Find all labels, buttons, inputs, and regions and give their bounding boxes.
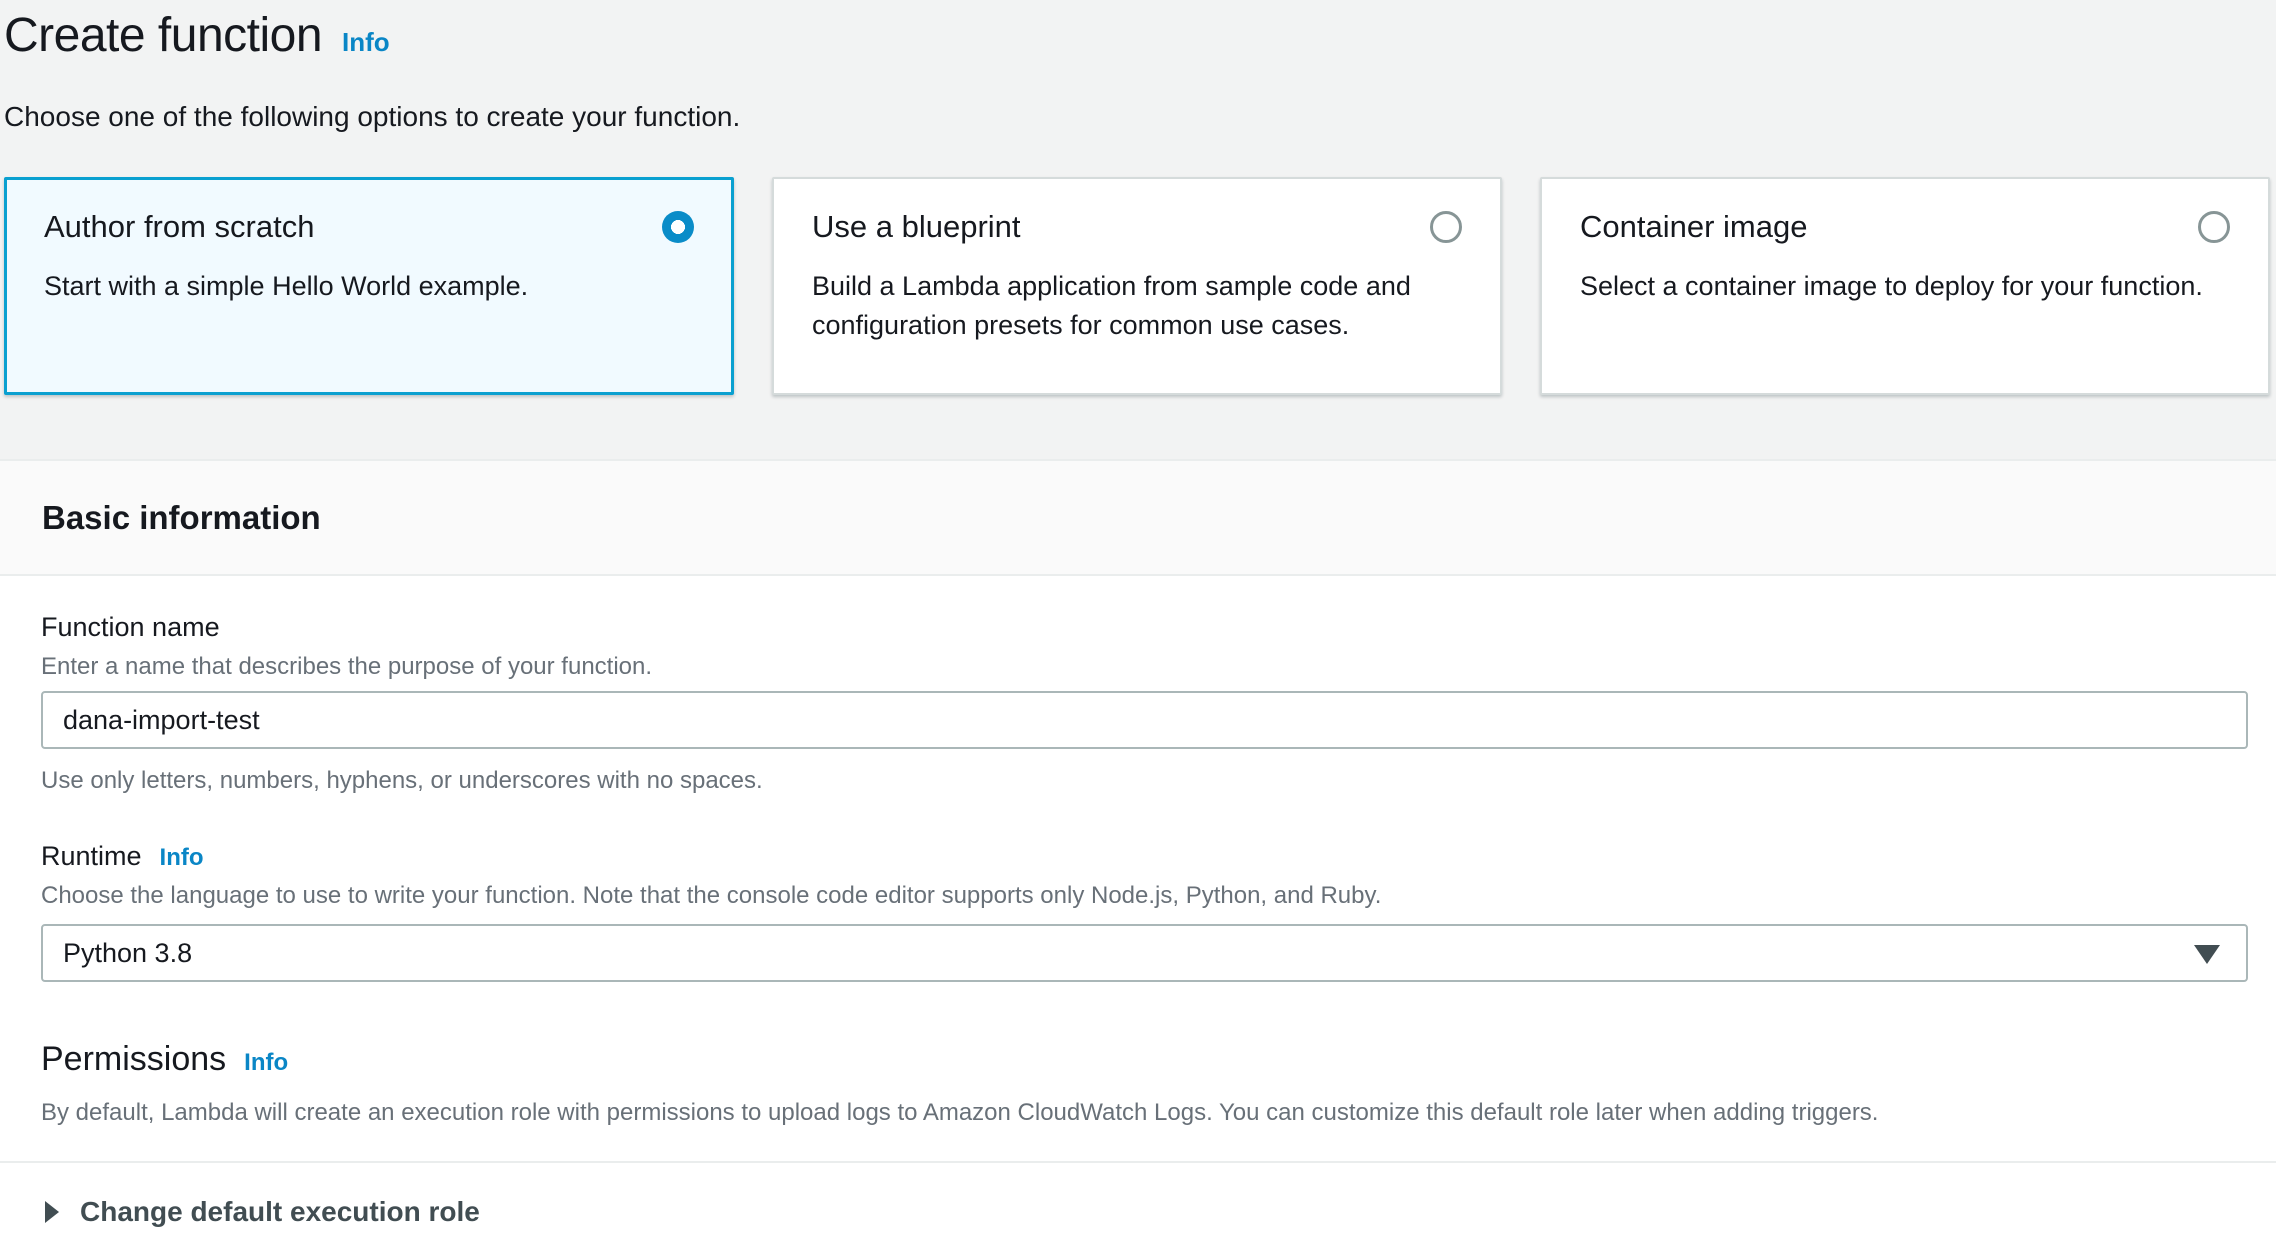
change-default-execution-role-expander[interactable]: Change default execution role xyxy=(0,1163,2276,1238)
creation-option-cards: Author from scratch Start with a simple … xyxy=(4,177,2270,395)
radio-unselected-icon[interactable] xyxy=(1430,211,1462,243)
function-name-description: Enter a name that describes the purpose … xyxy=(41,653,2248,681)
basic-information-header: Basic information xyxy=(0,459,2276,576)
runtime-field: Runtime Info Choose the language to use … xyxy=(41,841,2248,982)
permissions-description: By default, Lambda will create an execut… xyxy=(41,1099,2248,1127)
permissions-label-row: Permissions Info xyxy=(41,1040,2248,1079)
radio-unselected-icon[interactable] xyxy=(2198,211,2230,243)
permissions-heading: Permissions xyxy=(41,1040,226,1079)
option-description: Start with a simple Hello World example. xyxy=(44,267,694,306)
option-card-head: Use a blueprint xyxy=(812,209,1462,245)
runtime-info-link[interactable]: Info xyxy=(160,844,204,872)
runtime-label-row: Runtime Info xyxy=(41,841,2248,872)
runtime-description: Choose the language to use to write your… xyxy=(41,882,2248,910)
expand-triangle-icon xyxy=(45,1201,59,1223)
option-title: Author from scratch xyxy=(44,209,314,245)
basic-information-panel: Basic information Function name Enter a … xyxy=(0,459,2276,1238)
option-title: Use a blueprint xyxy=(812,209,1021,245)
runtime-label: Runtime xyxy=(41,841,142,872)
option-description: Build a Lambda application from sample c… xyxy=(812,267,1462,345)
permissions-info-link[interactable]: Info xyxy=(244,1049,288,1077)
radio-selected-icon[interactable] xyxy=(662,211,694,243)
basic-information-heading: Basic information xyxy=(42,499,321,537)
option-card-head: Container image xyxy=(1580,209,2230,245)
function-name-field: Function name Enter a name that describe… xyxy=(41,612,2248,795)
chevron-down-icon xyxy=(2194,945,2220,964)
create-function-page-header: Create function Info Choose one of the f… xyxy=(0,0,2276,395)
runtime-select[interactable]: Python 3.8 xyxy=(41,924,2248,982)
title-row: Create function Info xyxy=(4,8,2276,63)
expander-label: Change default execution role xyxy=(80,1196,480,1228)
option-card-use-a-blueprint[interactable]: Use a blueprint Build a Lambda applicati… xyxy=(772,177,1502,395)
page-title: Create function xyxy=(4,8,322,63)
permissions-section: Permissions Info By default, Lambda will… xyxy=(41,1040,2248,1127)
page-subtitle: Choose one of the following options to c… xyxy=(4,101,2276,133)
function-name-input[interactable] xyxy=(41,691,2248,749)
function-name-constraint: Use only letters, numbers, hyphens, or u… xyxy=(41,767,2248,795)
page-title-info-link[interactable]: Info xyxy=(342,27,390,58)
option-card-container-image[interactable]: Container image Select a container image… xyxy=(1540,177,2270,395)
option-title: Container image xyxy=(1580,209,1807,245)
runtime-selected-value: Python 3.8 xyxy=(63,938,192,969)
function-name-label: Function name xyxy=(41,612,220,643)
basic-information-body: Function name Enter a name that describe… xyxy=(0,576,2276,1161)
option-description: Select a container image to deploy for y… xyxy=(1580,267,2230,306)
option-card-head: Author from scratch xyxy=(44,209,694,245)
option-card-author-from-scratch[interactable]: Author from scratch Start with a simple … xyxy=(4,177,734,395)
